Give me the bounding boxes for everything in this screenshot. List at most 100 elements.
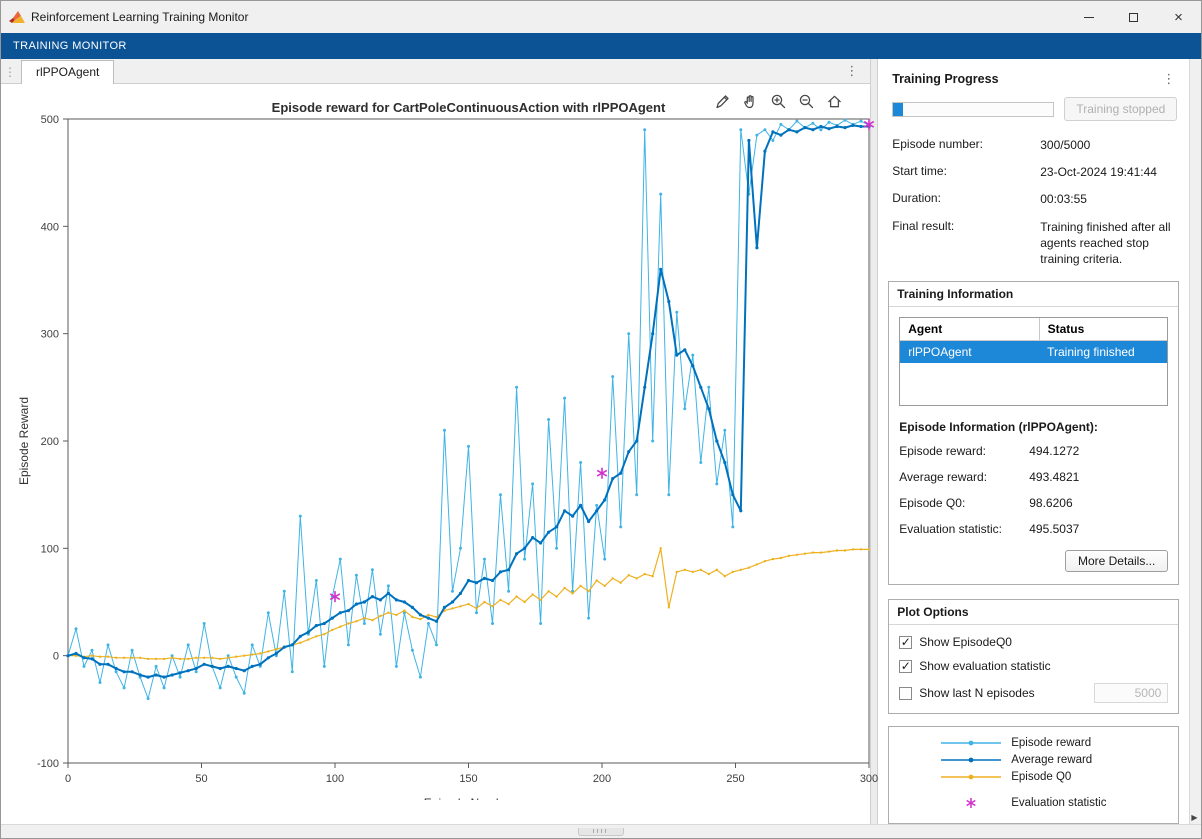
status-column-header[interactable]: Status [1039, 318, 1167, 341]
field-final-result: Final result: Training finished after al… [892, 219, 1177, 268]
svg-text:300: 300 [41, 329, 59, 341]
svg-text:100: 100 [326, 773, 344, 785]
matlab-logo-icon [9, 10, 25, 25]
close-icon: × [1174, 10, 1183, 25]
home-icon[interactable] [825, 92, 844, 111]
brush-icon[interactable] [713, 92, 732, 111]
svg-text:0: 0 [53, 651, 59, 663]
legend-item: Evaluation statistic [889, 797, 1178, 809]
legend-line-marker-icon [941, 754, 1001, 766]
chart-canvas[interactable]: 050100150200250300-1000100200300400500Ep… [1, 84, 896, 800]
zoom-in-icon[interactable] [769, 92, 788, 111]
average-reward-row: Average reward: 493.4821 [899, 470, 1168, 484]
progress-row: Training stopped [892, 97, 1177, 121]
chart-panel-menu-icon[interactable]: ⋮ [833, 61, 870, 83]
status-cell: Training finished [1039, 341, 1167, 364]
field-value: 23-Oct-2024 19:41:44 [1040, 164, 1177, 180]
agent-table-header-row: Agent Status [900, 318, 1167, 341]
legend-item: Episode Q0 [889, 771, 1178, 783]
more-details-button[interactable]: More Details... [1065, 550, 1168, 572]
more-details-row: More Details... [889, 548, 1178, 584]
episode-q0-row: Episode Q0: 98.6206 [899, 496, 1168, 510]
field-value: 300/5000 [1040, 137, 1177, 153]
svg-text:-100: -100 [37, 758, 59, 770]
legend-label: Evaluation statistic [1011, 797, 1106, 809]
progress-panel-menu-icon[interactable]: ⋮ [1160, 71, 1177, 87]
svg-text:200: 200 [41, 436, 59, 448]
pan-hand-icon[interactable] [741, 92, 760, 111]
legend-item: Episode reward [889, 737, 1178, 749]
chart-toolbar [713, 92, 844, 111]
option-show-last-n-episodes: Show last N episodes [899, 683, 1168, 703]
training-information-title: Training Information [889, 282, 1178, 307]
field-duration: Duration: 00:03:55 [892, 191, 1177, 207]
maximize-button[interactable] [1111, 1, 1156, 33]
show-evaluation-statistic-checkbox[interactable]: ✓ [899, 660, 912, 673]
app-window: Reinforcement Learning Training Monitor … [0, 0, 1202, 839]
svg-text:0: 0 [65, 773, 71, 785]
panel-grip-icon[interactable]: ⋮ [1, 65, 21, 83]
last-n-episodes-input[interactable] [1094, 683, 1168, 703]
chart-area: Episode reward for CartPoleContinuousAct… [1, 84, 870, 824]
field-label: Evaluation statistic: [899, 522, 1029, 536]
zoom-out-icon[interactable] [797, 92, 816, 111]
show-episodeq0-checkbox[interactable]: ✓ [899, 636, 912, 649]
maximize-icon [1129, 13, 1138, 22]
legend-item: Average reward [889, 754, 1178, 766]
option-label: Show evaluation statistic [919, 659, 1050, 673]
legend-line-marker-icon [941, 737, 1001, 749]
collapse-panel-icon[interactable]: ▶ [1191, 813, 1197, 822]
episode-reward-row: Episode reward: 494.1272 [899, 444, 1168, 458]
option-show-evaluation-statistic: ✓ Show evaluation statistic [899, 659, 1168, 673]
chart-panel: ⋮ rlPPOAgent ⋮ Episode reward for CartPo… [1, 59, 871, 824]
plot-options-title: Plot Options [889, 600, 1178, 625]
window-controls: × [1066, 1, 1201, 33]
bottom-strip [1, 824, 1201, 838]
field-label: Episode number: [892, 137, 1040, 153]
handle-dots-icon [593, 829, 609, 833]
minimize-button[interactable] [1066, 1, 1111, 33]
episode-information-title: Episode Information (rlPPOAgent): [899, 420, 1168, 434]
svg-text:400: 400 [41, 221, 59, 233]
panel-title: Training Progress [892, 72, 998, 86]
bottom-panel-handle[interactable] [578, 828, 624, 836]
ribbon-tab-training-monitor[interactable]: TRAINING MONITOR [13, 40, 127, 52]
main-area: ⋮ rlPPOAgent ⋮ Episode reward for CartPo… [1, 59, 1201, 824]
legend-label: Episode reward [1011, 737, 1091, 749]
tab-rlppoagent[interactable]: rlPPOAgent [21, 60, 114, 84]
close-button[interactable]: × [1156, 1, 1201, 33]
evaluation-statistic-row: Evaluation statistic: 495.5037 [899, 522, 1168, 536]
field-label: Final result: [892, 219, 1040, 268]
svg-text:500: 500 [41, 114, 59, 126]
field-label: Average reward: [899, 470, 1029, 484]
svg-text:50: 50 [195, 773, 207, 785]
legend-label: Episode Q0 [1011, 771, 1071, 783]
svg-text:Episode Reward: Episode Reward [17, 397, 31, 485]
show-last-n-episodes-checkbox[interactable] [899, 687, 912, 700]
svg-text:200: 200 [593, 773, 611, 785]
legend-box: Episode reward Average reward Episode Q0 Ev… [888, 726, 1179, 824]
option-label: Show last N episodes [919, 686, 1034, 700]
training-progress-fill [893, 103, 903, 116]
field-value: 494.1272 [1029, 444, 1079, 458]
agent-table-empty-area [900, 363, 1167, 405]
document-tab-bar: ⋮ rlPPOAgent ⋮ [1, 59, 870, 84]
tab-label: rlPPOAgent [36, 65, 99, 79]
option-show-episodeq0: ✓ Show EpisodeQ0 [899, 635, 1168, 649]
table-row[interactable]: rlPPOAgent Training finished [900, 341, 1167, 364]
field-start-time: Start time: 23-Oct-2024 19:41:44 [892, 164, 1177, 180]
title-bar: Reinforcement Learning Training Monitor … [1, 1, 1201, 33]
field-value: Training finished after all agents reach… [1040, 219, 1177, 268]
legend-line-marker-icon [941, 771, 1001, 783]
svg-text:250: 250 [726, 773, 744, 785]
ribbon-bar: TRAINING MONITOR [1, 33, 1201, 59]
field-label: Duration: [892, 191, 1040, 207]
right-rail: ▶ [1189, 59, 1201, 824]
svg-text:100: 100 [41, 543, 59, 555]
training-stopped-button[interactable]: Training stopped [1064, 97, 1177, 121]
training-information-section: Training Information Agent Status rlPPOA… [888, 281, 1179, 585]
field-value: 495.5037 [1029, 522, 1079, 536]
agent-column-header[interactable]: Agent [900, 318, 1039, 341]
panel-header: Training Progress ⋮ [892, 71, 1177, 87]
legend-asterisk-marker-icon [941, 797, 1001, 809]
